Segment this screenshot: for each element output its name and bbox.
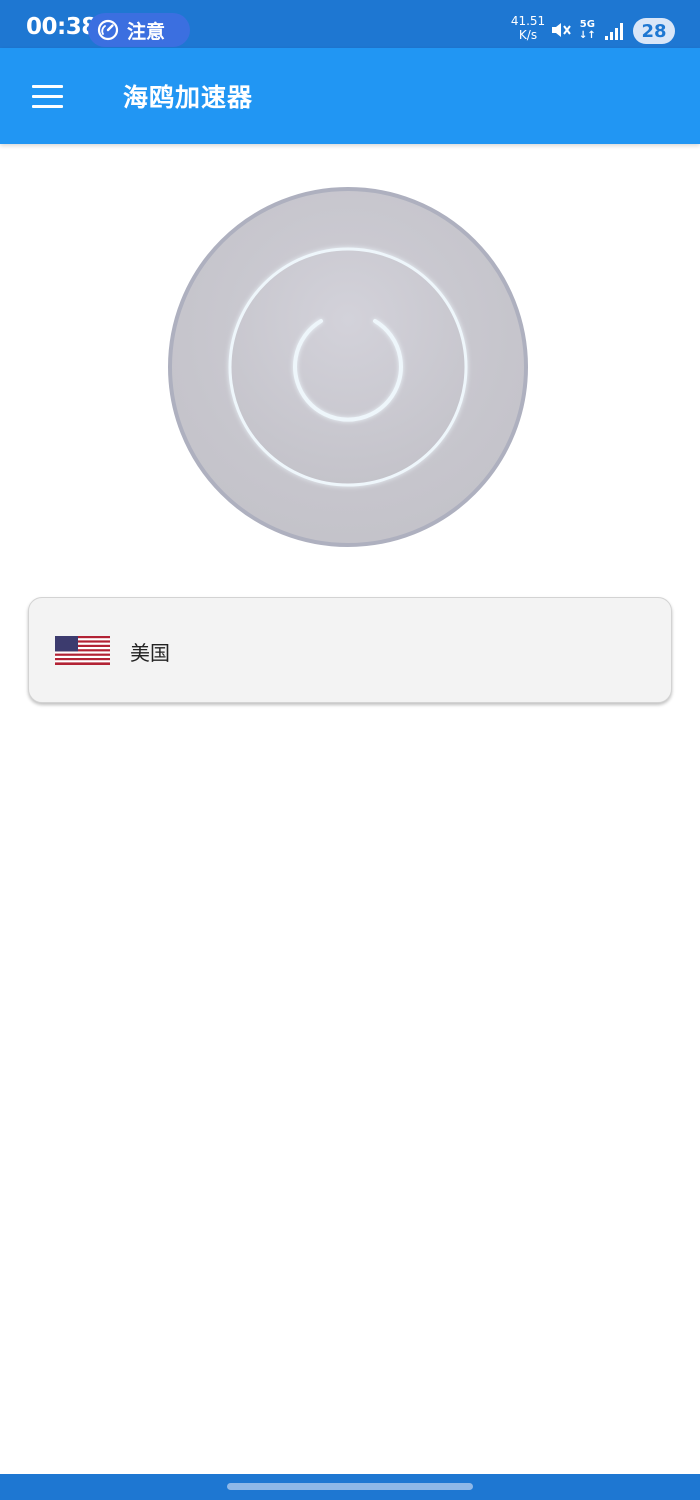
net-speed-unit: K/s xyxy=(518,28,538,42)
mute-icon xyxy=(552,23,571,37)
notice-label: 注意 xyxy=(127,20,166,43)
server-select-card[interactable]: 美国 xyxy=(28,597,672,703)
net-speed: 41.51 K/s xyxy=(510,14,546,42)
hamburger-menu-icon[interactable] xyxy=(24,78,72,114)
status-bar: 00:38 注意 41.51 K/s 5G ↓↑ 28 xyxy=(0,0,700,48)
app-bar: 海鸥加速器 xyxy=(0,48,700,144)
us-flag-icon xyxy=(55,636,110,665)
data-arrows-icon: ↓↑ xyxy=(579,30,596,41)
nav-bar xyxy=(0,1474,700,1500)
power-icon xyxy=(228,247,468,487)
battery-badge: 28 xyxy=(633,18,675,44)
signal-icon xyxy=(605,23,623,40)
speedometer-icon xyxy=(97,19,119,41)
home-indicator[interactable] xyxy=(227,1483,473,1490)
notice-pill[interactable]: 注意 xyxy=(88,13,190,47)
network-type: 5G ↓↑ xyxy=(579,19,596,41)
country-label: 美国 xyxy=(130,641,170,665)
connect-power-button[interactable] xyxy=(168,187,528,547)
network-type-label: 5G xyxy=(579,19,595,30)
status-time: 00:38 xyxy=(26,14,97,40)
app-title: 海鸥加速器 xyxy=(123,83,254,112)
net-speed-value: 41.51 xyxy=(510,14,546,28)
